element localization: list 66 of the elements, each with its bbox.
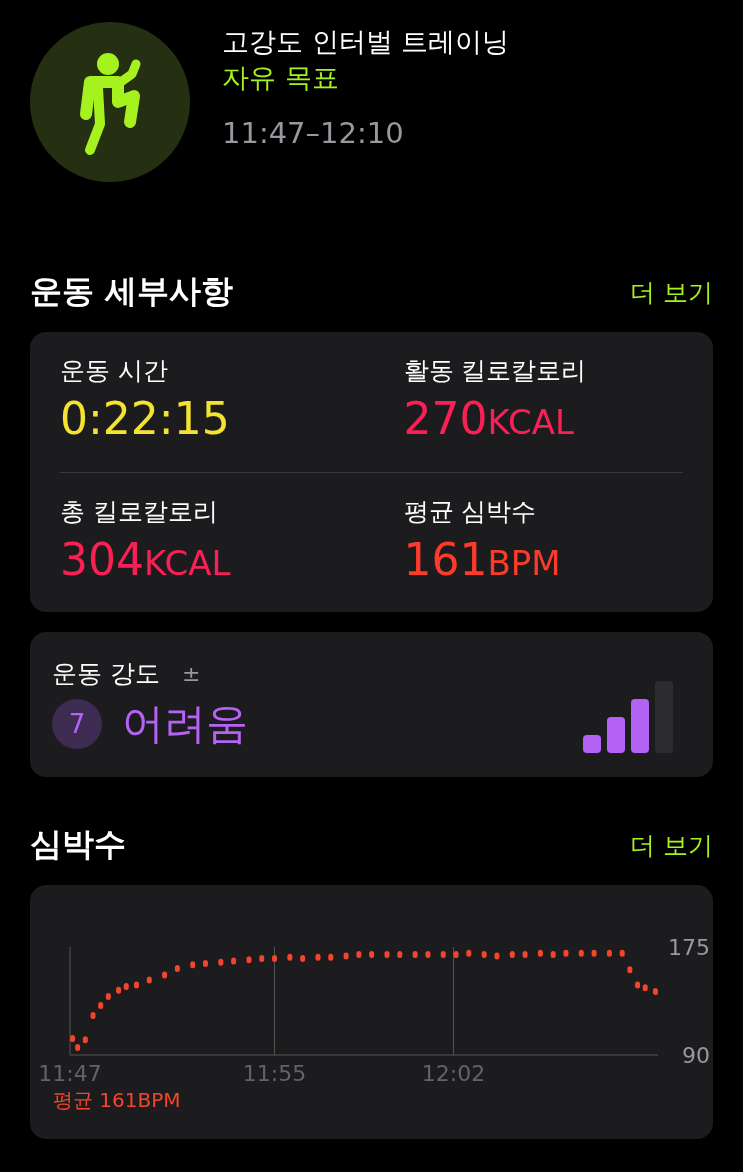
data-point [356, 951, 362, 959]
data-point [425, 951, 431, 959]
workout-title: 고강도 인터벌 트레이닝 [222, 25, 510, 59]
data-point [550, 951, 556, 959]
average-label: 평균 161BPM [52, 1087, 182, 1114]
data-point [246, 956, 252, 964]
data-point [162, 971, 168, 979]
more-link[interactable]: 더 보기 [630, 828, 713, 862]
data-point [133, 981, 139, 989]
data-point [328, 953, 334, 961]
metric-label: 평균 심박수 [403, 495, 538, 528]
x-tick-label: 11:47 [38, 1061, 102, 1085]
section-title: 운동 세부사항 [30, 271, 234, 312]
time-range: 11:47–12:10 [222, 116, 405, 150]
data-point [453, 951, 459, 959]
metric-label: 총 킬로칼로리 [60, 495, 219, 528]
metric-value: 0:22:15 [60, 393, 231, 444]
intensity-meter-icon [583, 680, 675, 753]
data-point [315, 953, 321, 961]
data-point [591, 949, 597, 957]
intensity-label: 운동 강도 [52, 658, 160, 690]
data-point [369, 951, 375, 959]
y-tick-label: 90 [682, 1043, 710, 1068]
metric-value: 161BPM [403, 533, 562, 585]
data-point [578, 949, 584, 957]
data-point [619, 949, 625, 957]
data-point [652, 987, 658, 995]
score-badge: 7 [52, 699, 102, 749]
data-point [494, 952, 500, 960]
more-link[interactable]: 더 보기 [630, 275, 713, 309]
data-point [218, 958, 224, 966]
metric-value: 270KCAL [403, 393, 575, 444]
data-point [300, 954, 306, 962]
data-point [259, 954, 265, 962]
data-point [203, 960, 208, 967]
data-point [287, 953, 293, 961]
data-point [190, 961, 196, 969]
data-point [146, 976, 152, 984]
intensity-value: 어려움 [122, 698, 248, 750]
data-point [412, 951, 418, 959]
section-title: 심박수 [30, 824, 126, 865]
metric-label: 운동 시간 [60, 355, 169, 387]
data-point [627, 966, 633, 974]
data-point [343, 952, 349, 960]
x-tick-label: 11:55 [242, 1061, 307, 1085]
data-point [440, 951, 446, 959]
metric-label: 활동 킬로칼로리 [403, 355, 588, 387]
metric-value: 304KCAL [60, 533, 232, 585]
data-point [272, 954, 277, 962]
data-point [522, 951, 528, 959]
data-point [509, 951, 515, 959]
data-point [90, 1012, 96, 1020]
running-figure-icon [30, 22, 190, 182]
goal-label: 자유 목표 [222, 61, 340, 95]
plus-minus-icon[interactable]: ± [181, 661, 201, 686]
data-point [397, 951, 403, 959]
data-point [606, 949, 612, 957]
x-tick-label: 12:02 [421, 1061, 486, 1085]
data-point [481, 951, 487, 959]
data-point [466, 949, 472, 957]
data-point [384, 951, 390, 959]
data-point [174, 965, 180, 973]
data-point [537, 949, 543, 957]
data-point [231, 957, 237, 965]
y-tick-label: 175 [668, 935, 710, 960]
data-point [563, 949, 569, 957]
